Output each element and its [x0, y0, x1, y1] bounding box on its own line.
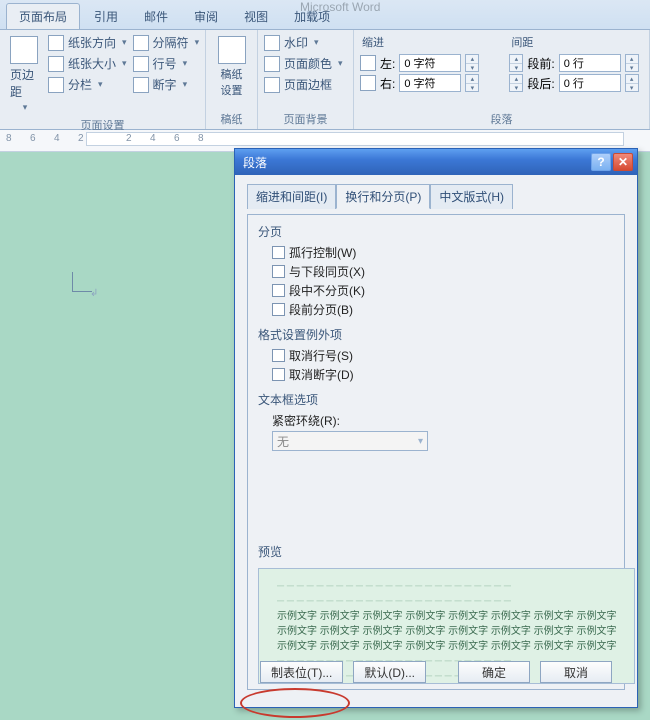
- legend-textbox-options: 文本框选项: [258, 391, 318, 408]
- tight-wrap-label: 紧密环绕(R):: [272, 412, 614, 429]
- hyphenation-button[interactable]: 断字: [133, 76, 200, 93]
- dialog-title: 段落: [243, 154, 267, 171]
- dialog-tab-indents[interactable]: 缩进和间距(I): [247, 184, 336, 209]
- checkbox-suppress-line-numbers[interactable]: [272, 349, 285, 362]
- dialog-tab-asian[interactable]: 中文版式(H): [430, 184, 513, 209]
- tabs-button[interactable]: 制表位(T)...: [260, 661, 343, 683]
- legend-preview: 预览: [258, 543, 282, 560]
- columns-button[interactable]: 分栏: [48, 76, 127, 93]
- margins-icon: [10, 36, 38, 64]
- checkbox-keep-lines-together[interactable]: [272, 284, 285, 297]
- group-label-manuscript: 稿纸: [212, 109, 251, 127]
- legend-format-exceptions: 格式设置例外项: [258, 326, 342, 343]
- group-manuscript: 稿纸设置 稿纸: [206, 30, 258, 129]
- spacing-before-stepper-icon: ▴▾: [509, 54, 523, 72]
- dialog-titlebar[interactable]: 段落 ? ✕: [235, 149, 637, 175]
- ok-button[interactable]: 确定: [458, 661, 530, 683]
- page-color-icon: [264, 56, 280, 72]
- indent-left-input[interactable]: 0 字符: [399, 54, 461, 72]
- spacing-after-stepper[interactable]: ▴▾: [625, 74, 639, 92]
- checkbox-dont-hyphenate[interactable]: [272, 368, 285, 381]
- chevron-down-icon: ▾: [418, 436, 423, 447]
- help-button[interactable]: ?: [591, 153, 611, 171]
- tab-page-layout[interactable]: 页面布局: [6, 3, 80, 29]
- size-button[interactable]: 纸张大小: [48, 55, 127, 72]
- fieldset-pagination: 分页 孤行控制(W) 与下段同页(X) 段中不分页(K) 段前分页(B): [258, 223, 614, 320]
- line-numbers-button[interactable]: 行号: [133, 55, 200, 72]
- cancel-button[interactable]: 取消: [540, 661, 612, 683]
- page-borders-button[interactable]: 页面边框: [264, 76, 343, 93]
- ribbon: 页边距 纸张方向 纸张大小 分栏 分隔符: [0, 30, 650, 130]
- hyphenation-icon: [133, 77, 149, 93]
- orientation-icon: [48, 35, 64, 51]
- checkbox-page-break-before[interactable]: [272, 303, 285, 316]
- watermark-icon: [264, 35, 280, 51]
- fieldset-formatting-exceptions: 格式设置例外项 取消行号(S) 取消断字(D): [258, 326, 614, 385]
- tab-references[interactable]: 引用: [82, 4, 130, 29]
- spacing-title: 间距: [509, 34, 638, 52]
- spacing-before-input[interactable]: 0 行: [559, 54, 621, 72]
- dialog-buttons: 制表位(T)... 默认(D)... 确定 取消: [248, 661, 624, 683]
- default-button[interactable]: 默认(D)...: [353, 661, 426, 683]
- spacing-after-input[interactable]: 0 行: [559, 74, 621, 92]
- group-page-setup: 页边距 纸张方向 纸张大小 分栏 分隔符: [0, 30, 206, 129]
- indent-left-label: 左:: [380, 55, 395, 72]
- orientation-button[interactable]: 纸张方向: [48, 34, 127, 51]
- watermark-button[interactable]: 水印: [264, 34, 343, 51]
- margins-label: 页边距: [10, 66, 38, 100]
- manuscript-button[interactable]: 稿纸设置: [212, 34, 251, 100]
- size-icon: [48, 56, 64, 72]
- margins-button[interactable]: 页边距: [6, 34, 42, 115]
- app-title: Microsoft Word: [300, 0, 380, 14]
- tight-wrap-select[interactable]: 无 ▾: [272, 431, 428, 451]
- group-paragraph: 缩进 左: 0 字符 ▴▾ 右: 0 字符 ▴▾ 间距 ▴▾: [354, 30, 650, 129]
- manuscript-icon: [218, 36, 246, 64]
- indent-left-stepper[interactable]: ▴▾: [465, 54, 479, 72]
- spacing-after-stepper-icon: ▴▾: [509, 74, 523, 92]
- fieldset-textbox-options: 文本框选项 紧密环绕(R): 无 ▾: [258, 391, 614, 453]
- indent-right-icon: [360, 75, 376, 91]
- tab-view[interactable]: 视图: [232, 4, 280, 29]
- line-numbers-icon: [133, 56, 149, 72]
- indent-right-stepper[interactable]: ▴▾: [465, 74, 479, 92]
- indent-right-label: 右:: [380, 75, 395, 92]
- paragraph-mark: ↲: [90, 288, 98, 299]
- paragraph-dialog: 段落 ? ✕ 缩进和间距(I) 换行和分页(P) 中文版式(H) 分页 孤行控制…: [234, 148, 638, 708]
- indent-title: 缩进: [360, 34, 479, 52]
- spacing-after-label: 段后:: [527, 75, 554, 92]
- tab-review[interactable]: 审阅: [182, 4, 230, 29]
- indent-right-input[interactable]: 0 字符: [399, 74, 461, 92]
- page-borders-icon: [264, 77, 280, 93]
- checkbox-keep-with-next[interactable]: [272, 265, 285, 278]
- legend-pagination: 分页: [258, 223, 282, 240]
- close-button[interactable]: ✕: [613, 153, 633, 171]
- dialog-tab-line-page-breaks[interactable]: 换行和分页(P): [336, 184, 430, 209]
- spacing-before-label: 段前:: [527, 55, 554, 72]
- dialog-panel: 分页 孤行控制(W) 与下段同页(X) 段中不分页(K) 段前分页(B) 格式设…: [247, 214, 625, 690]
- group-label-page-bg: 页面背景: [264, 109, 347, 127]
- group-page-background: 水印 页面颜色 页面边框 页面背景: [258, 30, 354, 129]
- page-color-button[interactable]: 页面颜色: [264, 55, 343, 72]
- checkbox-widow-control[interactable]: [272, 246, 285, 259]
- spacing-before-stepper[interactable]: ▴▾: [625, 54, 639, 72]
- breaks-button[interactable]: 分隔符: [133, 34, 200, 51]
- page-corner-mark: [72, 272, 92, 292]
- indent-left-icon: [360, 55, 376, 71]
- dialog-tabs: 缩进和间距(I) 换行和分页(P) 中文版式(H): [247, 183, 625, 208]
- breaks-icon: [133, 35, 149, 51]
- columns-icon: [48, 77, 64, 93]
- group-label-paragraph: 段落: [360, 109, 643, 127]
- tab-mailings[interactable]: 邮件: [132, 4, 180, 29]
